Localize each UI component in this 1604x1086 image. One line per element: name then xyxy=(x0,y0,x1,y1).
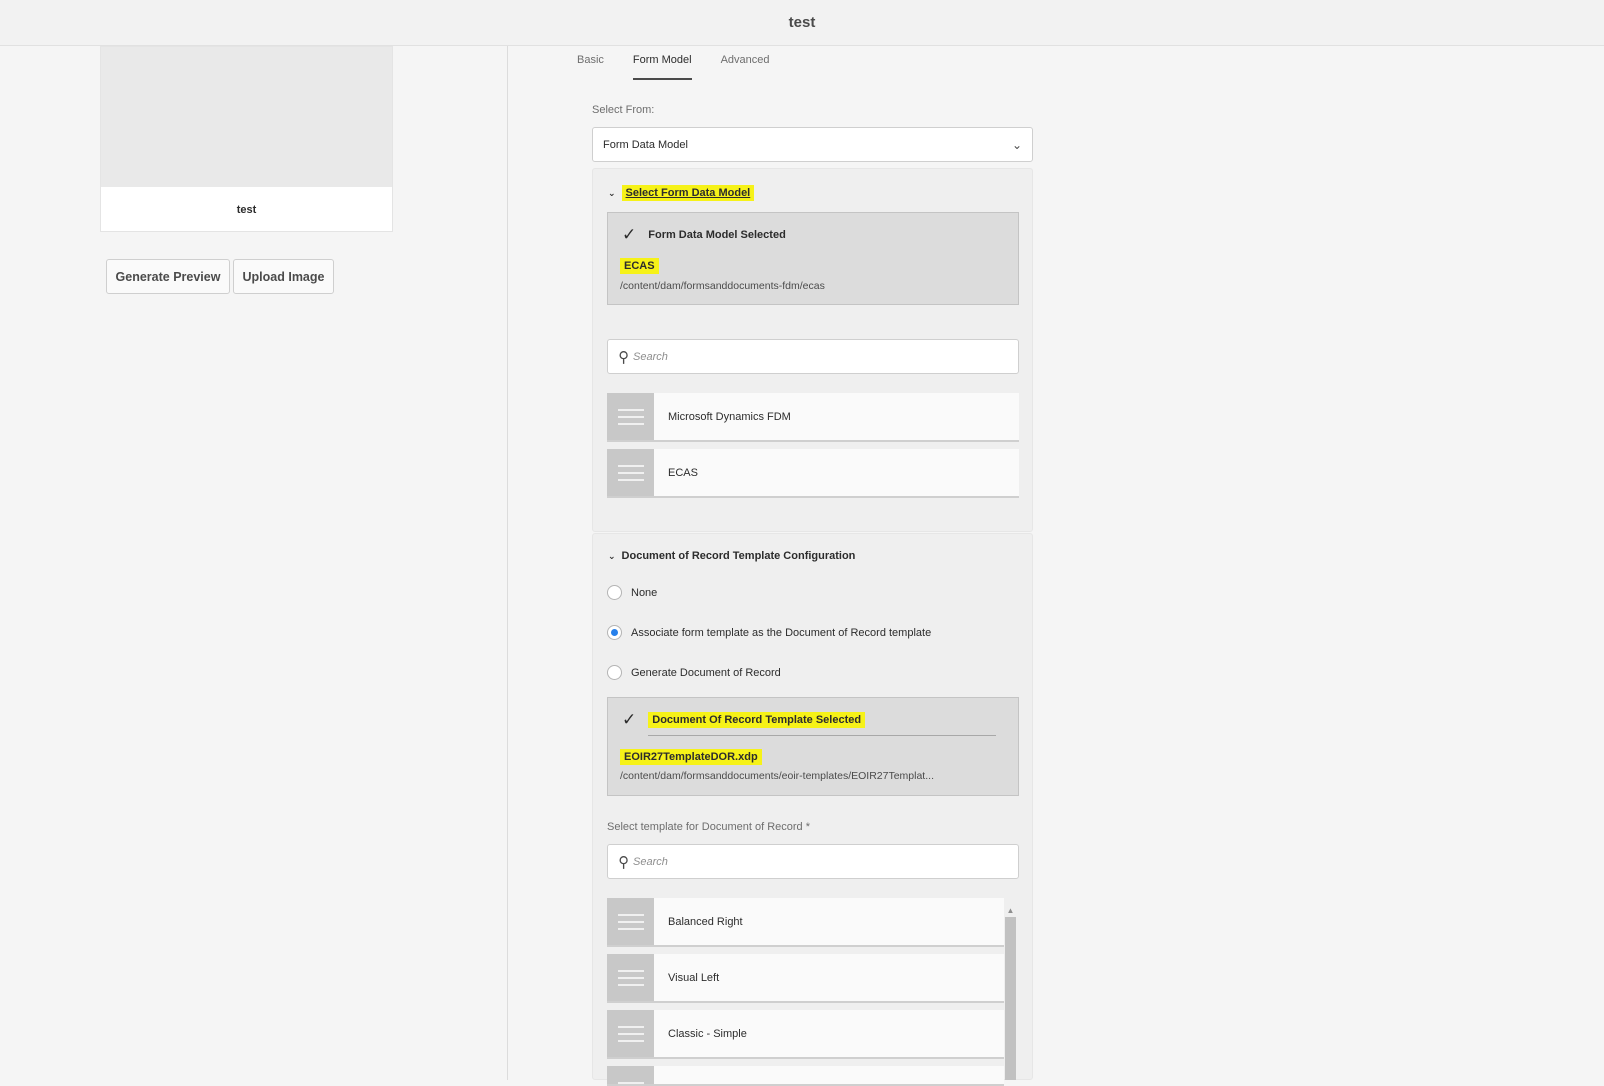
divider xyxy=(648,735,996,736)
radio-label: None xyxy=(631,586,658,599)
radio-icon xyxy=(607,585,622,600)
template-icon xyxy=(607,1010,654,1057)
scroll-up-icon[interactable]: ▲ xyxy=(1005,907,1016,915)
dor-selected-name: EOIR27TemplateDOR.xdp xyxy=(620,749,762,765)
list-item-label: Microsoft Dynamics FDM xyxy=(668,410,791,423)
fdm-selected-title: Form Data Model Selected xyxy=(648,229,786,241)
page-title: test xyxy=(788,14,816,31)
generate-preview-button[interactable]: Generate Preview xyxy=(106,259,230,294)
chevron-down-icon: ⌄ xyxy=(1011,137,1022,152)
chevron-down-icon: ⌄ xyxy=(608,550,616,561)
list-item[interactable]: Visual Left xyxy=(607,954,1004,1003)
radio-none[interactable]: None xyxy=(607,585,657,600)
radio-generate-dor[interactable]: Generate Document of Record xyxy=(607,665,781,680)
dor-section: ⌄ Document of Record Template Configurat… xyxy=(592,533,1033,1086)
radio-selected-icon xyxy=(607,625,622,640)
dor-selected-path: /content/dam/formsanddocuments/eoir-temp… xyxy=(620,770,934,782)
dor-search-placeholder: Search xyxy=(633,855,668,868)
template-icon xyxy=(607,954,654,1001)
dor-section-title: Document of Record Template Configuratio… xyxy=(621,550,856,562)
scrollbar-thumb[interactable] xyxy=(1005,917,1016,1080)
select-from-label: Select From: xyxy=(592,104,655,116)
dor-search-input[interactable]: ⚲ Search xyxy=(607,844,1019,879)
upload-image-button[interactable]: Upload Image xyxy=(233,259,334,294)
fdm-selected-path: /content/dam/formsanddocuments-fdm/ecas xyxy=(620,280,825,292)
template-icon xyxy=(607,1066,654,1084)
tab-basic[interactable]: Basic xyxy=(577,54,604,80)
template-icon xyxy=(607,898,654,945)
tab-bar: Basic Form Model Advanced xyxy=(577,54,799,80)
checkmark-icon: ✓ xyxy=(622,710,637,729)
list-item[interactable]: Balanced Right xyxy=(607,898,1004,947)
select-from-value: Form Data Model xyxy=(603,138,688,151)
select-from-dropdown[interactable]: Form Data Model ⌄ xyxy=(592,127,1033,162)
fdm-selected-name: ECAS xyxy=(620,258,659,274)
list-item[interactable] xyxy=(607,1066,1004,1086)
left-pane: test Generate Preview Upload Image xyxy=(0,46,508,1080)
tab-advanced[interactable]: Advanced xyxy=(721,54,770,80)
radio-label: Generate Document of Record xyxy=(631,666,781,679)
radio-icon xyxy=(607,665,622,680)
dor-selected-box: ✓ Document Of Record Template Selected E… xyxy=(607,697,1019,796)
dor-selected-title: Document Of Record Template Selected xyxy=(648,712,866,728)
list-item[interactable]: Microsoft Dynamics FDM xyxy=(607,393,1019,442)
chevron-down-icon: ⌄ xyxy=(608,187,616,198)
radio-associate-template[interactable]: Associate form template as the Document … xyxy=(607,625,931,640)
tab-form-model[interactable]: Form Model xyxy=(632,54,692,80)
search-icon: ⚲ xyxy=(618,853,629,871)
thumbnail-card: test xyxy=(100,46,393,232)
dor-section-header[interactable]: ⌄ Document of Record Template Configurat… xyxy=(608,550,855,562)
top-bar: test xyxy=(0,0,1604,46)
fdm-section: ⌄ Select Form Data Model ✓ Form Data Mod… xyxy=(592,168,1033,532)
fdm-search-input[interactable]: ⚲ Search xyxy=(607,339,1019,374)
list-item-label: Balanced Right xyxy=(668,915,743,928)
list-item[interactable]: ECAS xyxy=(607,449,1019,498)
thumbnail-image xyxy=(101,47,392,187)
search-icon: ⚲ xyxy=(618,348,629,366)
list-item-label: ECAS xyxy=(668,466,698,479)
checkmark-icon: ✓ xyxy=(622,225,637,244)
dor-template-label: Select template for Document of Record * xyxy=(607,821,810,833)
radio-label: Associate form template as the Document … xyxy=(631,626,932,639)
form-data-model-icon xyxy=(607,393,654,440)
list-item-label: Classic - Simple xyxy=(668,1027,747,1040)
list-item-label: Visual Left xyxy=(668,971,720,984)
fdm-search-placeholder: Search xyxy=(633,350,668,363)
template-list-scrollbar[interactable]: ▲ xyxy=(1005,907,1016,1080)
form-data-model-icon xyxy=(607,449,654,496)
list-item[interactable]: Classic - Simple xyxy=(607,1010,1004,1059)
fdm-selected-box: ✓ Form Data Model Selected ECAS /content… xyxy=(607,212,1019,305)
fdm-section-title: Select Form Data Model xyxy=(621,185,755,201)
fdm-section-header[interactable]: ⌄ Select Form Data Model xyxy=(608,185,755,201)
thumbnail-label: test xyxy=(236,203,257,216)
